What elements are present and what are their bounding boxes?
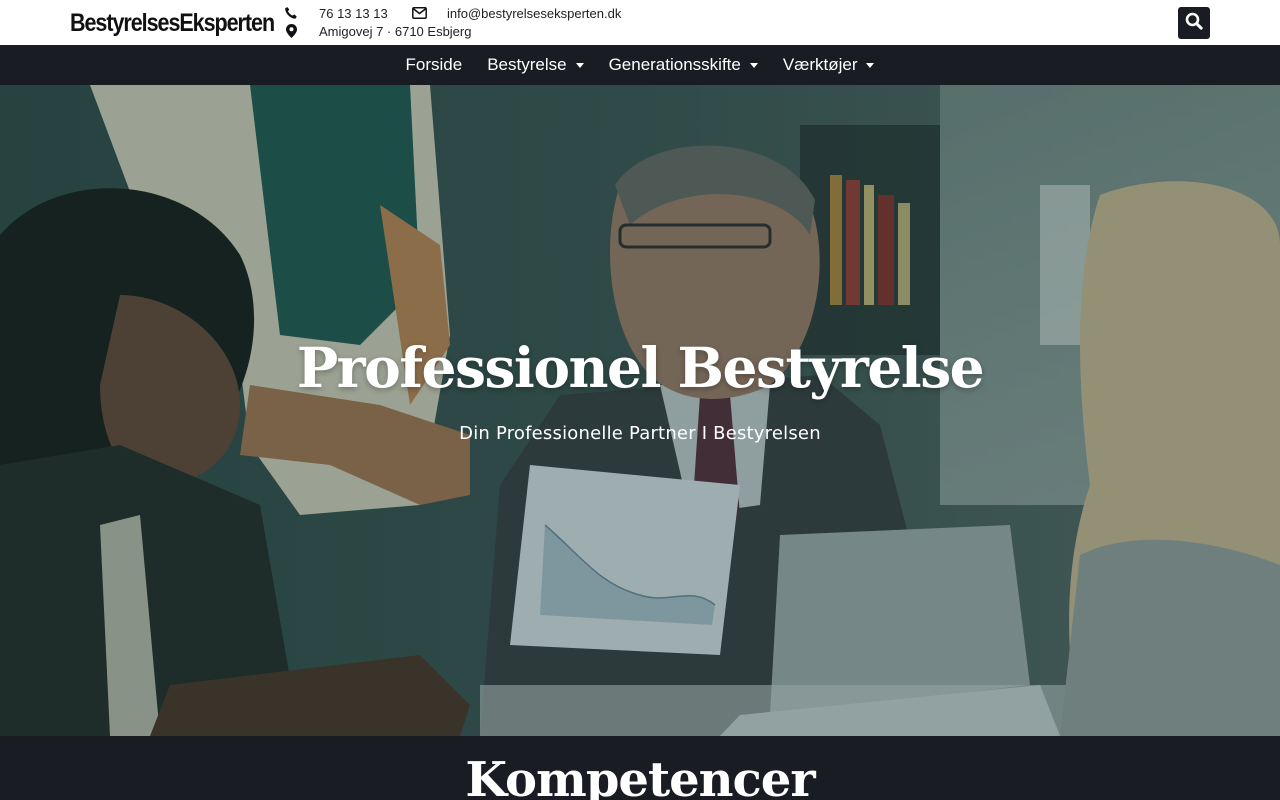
email-contact[interactable]: info@bestyrelseseksperten.dk (411, 5, 621, 21)
nav-item-forside[interactable]: Forside (393, 55, 475, 75)
search-button[interactable] (1178, 7, 1210, 39)
caret-down-icon (575, 62, 584, 68)
envelope-icon (411, 5, 427, 21)
search-icon (1185, 12, 1203, 35)
hero-overlay (0, 85, 1280, 736)
hero-subtitle: Din Professionelle Partner I Bestyrelsen (459, 423, 821, 444)
caret-down-icon (866, 62, 875, 68)
map-marker-icon (283, 23, 299, 39)
phone-contact[interactable]: 76 13 13 13 (283, 5, 388, 21)
hero-title: Professionel Bestyrelse (296, 335, 985, 400)
main-navigation: Forside Bestyrelse Generationsskifte Vær… (0, 45, 1280, 85)
top-header: BestyrelsesEksperten 76 13 13 13 info@be… (0, 0, 1280, 45)
nav-item-vaerktoejer[interactable]: Værktøjer (770, 55, 887, 75)
nav-item-label: Bestyrelse (487, 55, 567, 74)
nav-item-label: Generationsskifte (608, 55, 741, 74)
address-text: Amigovej 7 · 6710 Esbjerg (319, 23, 472, 39)
nav-item-generationsskifte[interactable]: Generationsskifte (596, 55, 770, 75)
caret-down-icon (749, 62, 758, 68)
nav-item-label: Forside (405, 55, 463, 74)
phone-number[interactable]: 76 13 13 13 (319, 6, 388, 21)
competences-section: Kompetencer (0, 736, 1280, 800)
hero-banner: Professionel Bestyrelse Din Professionel… (0, 85, 1280, 736)
site-logo[interactable]: BestyrelsesEksperten (70, 8, 275, 38)
section-title: Kompetencer (465, 752, 815, 800)
nav-item-bestyrelse[interactable]: Bestyrelse (475, 55, 596, 75)
email-address[interactable]: info@bestyrelseseksperten.dk (447, 6, 621, 21)
phone-icon (283, 5, 299, 21)
nav-item-label: Værktøjer (782, 55, 858, 74)
address-contact: Amigovej 7 · 6710 Esbjerg (283, 23, 471, 39)
